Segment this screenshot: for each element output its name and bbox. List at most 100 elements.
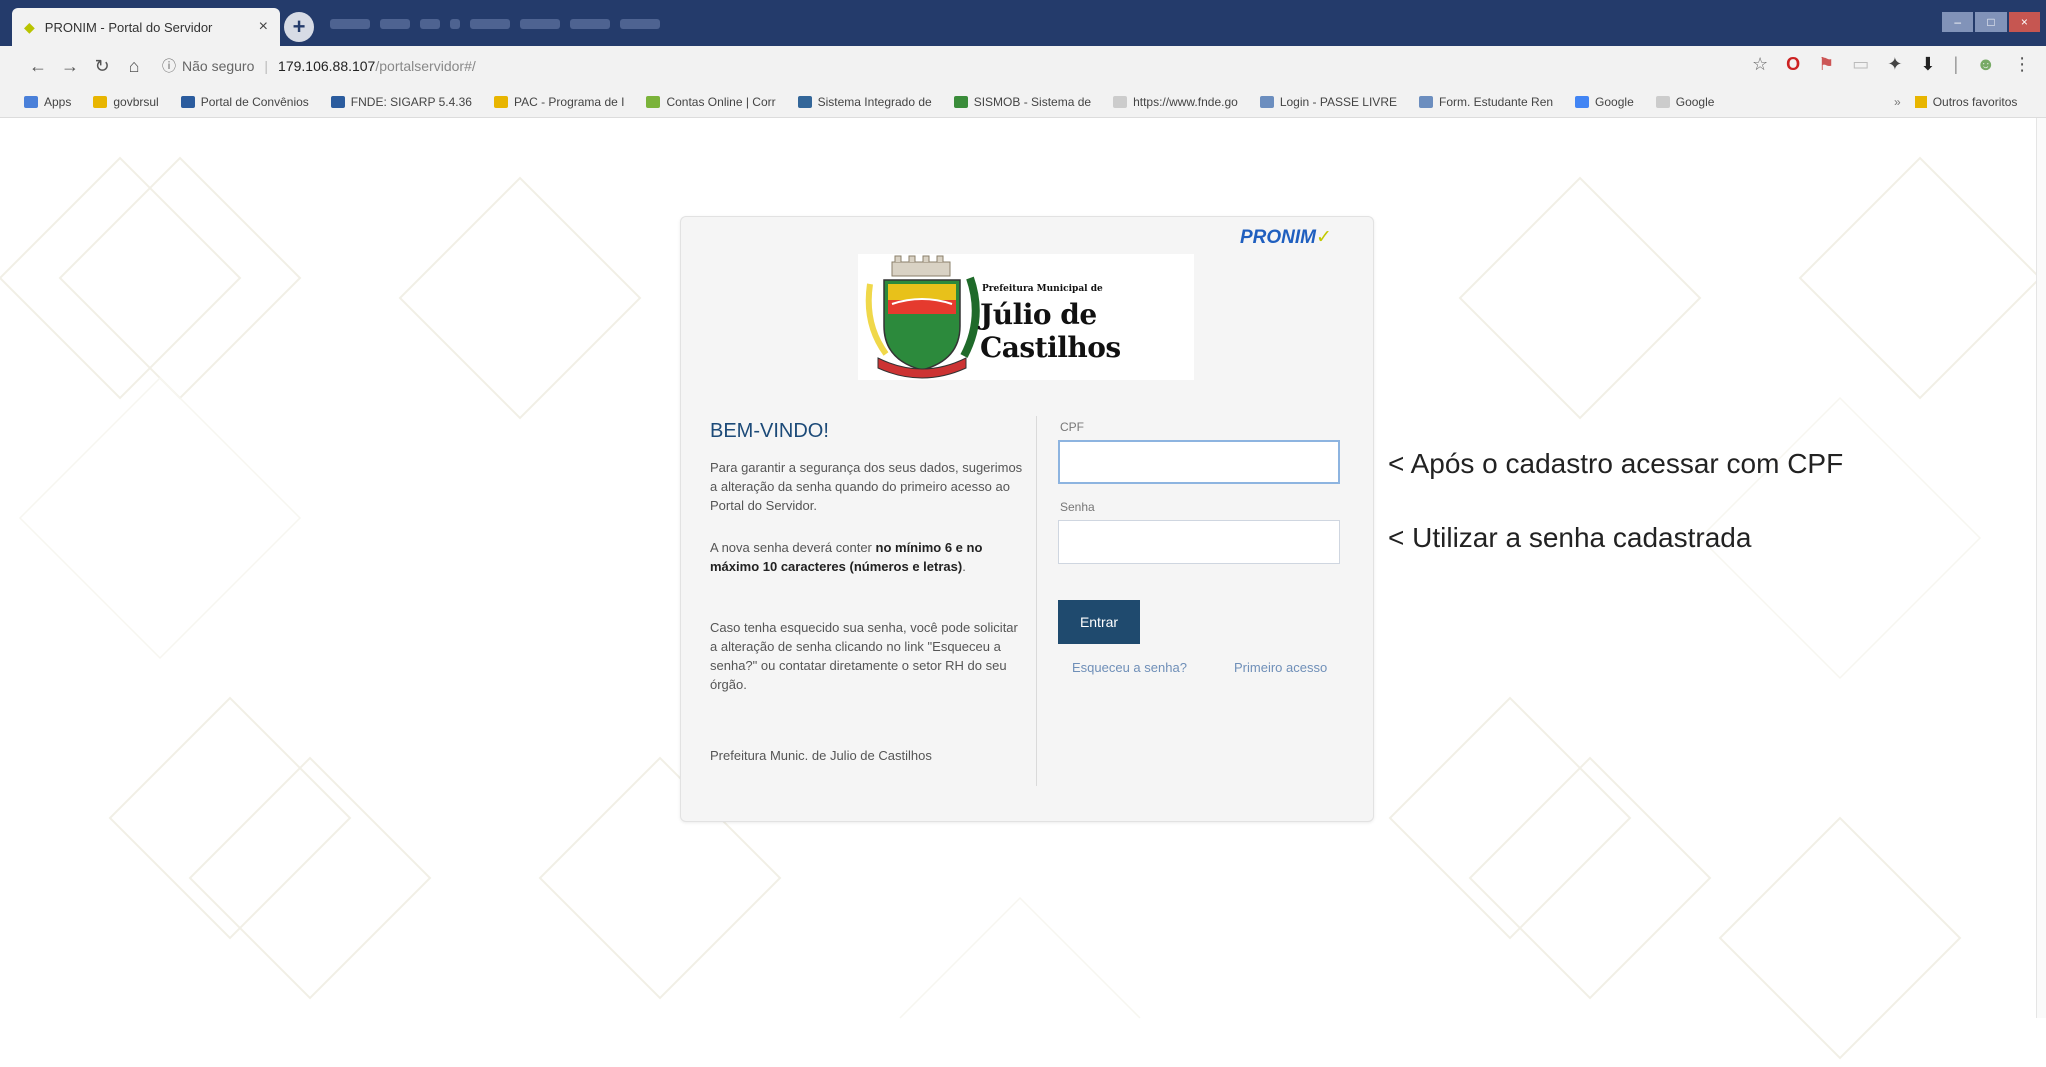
- bookmark-icon: [953, 95, 968, 108]
- blurred-tab[interactable]: [620, 19, 660, 29]
- cpf-input[interactable]: [1058, 440, 1340, 484]
- cpf-label: CPF: [1060, 420, 1084, 434]
- bookmark-item[interactable]: Portal de Convênios: [180, 94, 309, 109]
- logo-city: Júlio de Castilhos: [980, 298, 1121, 364]
- tab-close-icon[interactable]: ×: [259, 18, 268, 36]
- forgot-password-paragraph: Caso tenha esquecido sua senha, você pod…: [710, 620, 1018, 692]
- security-label: Não seguro: [182, 58, 255, 74]
- card-footer: Prefeitura Munic. de Julio de Castilhos: [710, 748, 932, 763]
- url-host: 179.106.88.107: [278, 58, 376, 74]
- blurred-tab[interactable]: [450, 19, 460, 29]
- coat-of-arms-icon: [865, 255, 980, 379]
- back-arrow-icon[interactable]: ←: [22, 56, 54, 77]
- bookmark-label: Google: [1595, 94, 1634, 109]
- flag-extension-icon[interactable]: ⚑: [1818, 54, 1834, 75]
- home-icon[interactable]: ⌂: [118, 56, 150, 77]
- bookmark-label: https://www.fnde.go: [1133, 94, 1238, 109]
- bookmark-label: Form. Estudante Ren: [1438, 94, 1554, 109]
- url-path: /portalservidor#/: [375, 58, 476, 74]
- brand-check-icon: ✓: [1316, 227, 1332, 248]
- close-window-icon[interactable]: ×: [2008, 12, 2040, 32]
- forgot-password-link[interactable]: Esqueceu a senha?: [1072, 660, 1187, 675]
- opera-extension-icon[interactable]: O: [1786, 54, 1800, 75]
- bookmark-icon: [1113, 95, 1128, 108]
- bookmark-label: Google: [1675, 94, 1715, 109]
- url-field[interactable]: ⓘ Não seguro | 179.106.88.107 /portalser…: [162, 56, 476, 76]
- entrar-button[interactable]: Entrar: [1058, 600, 1140, 644]
- municipality-logo: Prefeitura Municipal de Júlio de Castilh…: [858, 254, 1194, 380]
- bookmark-item[interactable]: Contas Online | Corr: [646, 94, 776, 109]
- bookmark-item[interactable]: FNDE: SIGARP 5.4.36: [330, 94, 472, 109]
- welcome-title: BEM-VINDO!: [710, 420, 829, 442]
- extension-icon[interactable]: ✦: [1887, 54, 1902, 75]
- first-access-link[interactable]: Primeiro acesso: [1234, 660, 1327, 675]
- extensions-area: ☆ O ⚑ ▭ ✦ ⬇ | ☻ ⋮: [1752, 54, 2031, 75]
- bookmark-label: SISMOB - Sistema de: [973, 94, 1092, 109]
- info-icon[interactable]: ⓘ: [162, 56, 176, 76]
- bookmark-item[interactable]: Sistema Integrado de: [797, 95, 932, 109]
- bookmark-icon: [330, 95, 345, 108]
- folder-icon: [1914, 96, 1927, 108]
- logo-prefix: Prefeitura Municipal de: [982, 284, 1103, 294]
- browser-tab[interactable]: ◆ PRONIM - Portal do Servidor ×: [12, 8, 280, 46]
- blurred-tab[interactable]: [520, 19, 560, 29]
- bookmark-item[interactable]: Google: [1575, 95, 1634, 109]
- pronim-brand-logo: PRONIM✓: [1240, 226, 1332, 249]
- bookmark-icon: [1575, 95, 1590, 108]
- puzzle-extension-icon[interactable]: ▭: [1852, 54, 1869, 75]
- reload-icon[interactable]: ↻: [86, 56, 118, 77]
- security-paragraph: Para garantir a segurança dos seus dados…: [710, 460, 1023, 513]
- bookmark-icon: [1655, 95, 1670, 108]
- profile-avatar-icon[interactable]: ☻: [1976, 54, 1995, 75]
- bookmark-item[interactable]: SISMOB - Sistema de: [953, 94, 1092, 109]
- blurred-tab[interactable]: [420, 19, 440, 29]
- password-rules-text: A nova senha deverá conter: [710, 540, 876, 555]
- maximize-icon[interactable]: □: [1975, 12, 2007, 32]
- bookmark-item[interactable]: Form. Estudante Ren: [1418, 94, 1554, 109]
- bookmarks-bar: Apps govbrsul Portal de Convênios FNDE: SIG…: [0, 86, 2046, 118]
- bookmark-icon: [93, 95, 108, 108]
- blurred-tab[interactable]: [570, 19, 610, 29]
- star-bookmark-icon[interactable]: ☆: [1752, 54, 1768, 75]
- download-icon[interactable]: ⬇: [1920, 54, 1935, 75]
- bookmark-label: Apps: [44, 94, 72, 109]
- bookmark-item[interactable]: https://www.fnde.go: [1113, 95, 1238, 109]
- bookmark-item[interactable]: PAC - Programa de I: [493, 94, 625, 109]
- bookmark-item[interactable]: Google: [1655, 94, 1715, 109]
- bookmark-icon: [646, 95, 661, 108]
- bookmarks-overflow: » Outros favoritos: [1894, 86, 2017, 118]
- bookmark-label: PAC - Programa de I: [513, 94, 625, 109]
- other-bookmarks[interactable]: Outros favoritos: [1933, 95, 2018, 109]
- bookmark-item[interactable]: govbrsul: [93, 95, 159, 109]
- menu-kebab-icon[interactable]: ⋮: [2013, 54, 2031, 75]
- senha-label: Senha: [1060, 500, 1095, 514]
- tab-title: PRONIM - Portal do Servidor: [44, 19, 213, 35]
- bookmark-icon: [797, 95, 812, 108]
- password-rules-end: .: [962, 559, 966, 574]
- password-rules-paragraph: A nova senha deverá conter no mínimo 6 e…: [710, 538, 1026, 576]
- bookmark-label: FNDE: SIGARP 5.4.36: [350, 94, 472, 109]
- senha-input[interactable]: [1058, 520, 1340, 564]
- new-tab-button[interactable]: +: [284, 12, 314, 42]
- bookmark-icon: [180, 95, 195, 108]
- cpf-annotation: < Após o cadastro acessar com CPF: [1388, 448, 1844, 479]
- forward-arrow-icon[interactable]: →: [54, 56, 86, 77]
- bookmark-label: Login - PASSE LIVRE: [1279, 94, 1397, 109]
- blurred-tab[interactable]: [330, 19, 370, 29]
- page-scrollbar[interactable]: [2036, 118, 2046, 1018]
- address-bar: ← → ↻ ⌂ ⓘ Não seguro | 179.106.88.107 /p…: [0, 46, 2046, 86]
- bookmark-icon: [493, 95, 508, 108]
- bookmark-label: Portal de Convênios: [200, 94, 309, 109]
- bookmark-item[interactable]: Apps: [24, 95, 71, 109]
- pronim-favicon-icon: ◆: [24, 18, 35, 35]
- bookmark-item[interactable]: Login - PASSE LIVRE: [1259, 94, 1397, 109]
- card-divider: [1036, 416, 1037, 786]
- bookmarks-more-icon[interactable]: »: [1894, 95, 1901, 109]
- blurred-tab[interactable]: [470, 19, 510, 29]
- minimize-icon[interactable]: –: [1942, 12, 1974, 32]
- bookmark-icon: [1259, 95, 1274, 108]
- blurred-tab[interactable]: [380, 19, 410, 29]
- senha-annotation: < Utilizar a senha cadastrada: [1388, 522, 1752, 553]
- bookmark-icon: [1418, 95, 1433, 108]
- bookmark-label: Contas Online | Corr: [666, 94, 776, 109]
